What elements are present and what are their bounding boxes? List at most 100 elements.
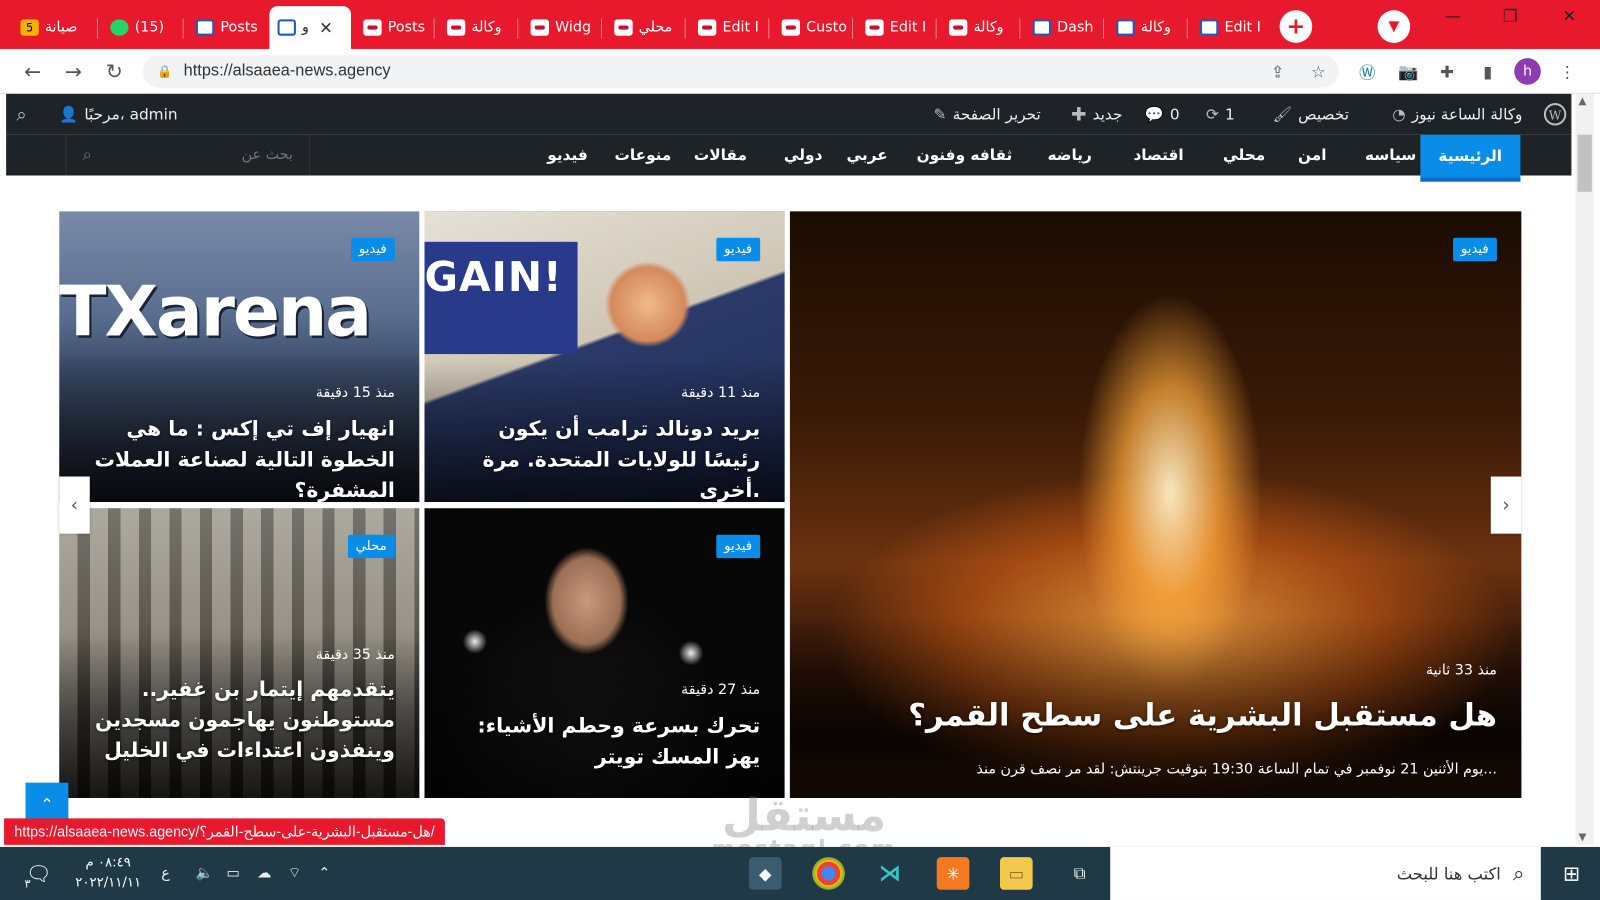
bookmark-star-icon[interactable]: ☆ [1304,57,1333,86]
battery-icon[interactable]: ▭ [227,847,241,900]
featured-post[interactable]: فيديو منذ 33 ثانية هل مستقبل البشرية على… [789,211,1522,798]
wp-comments[interactable]: 💬 0 [1145,94,1180,135]
folder-icon[interactable]: ▭ [999,857,1033,890]
site-icon [530,19,549,36]
forward-button[interactable]: → [57,55,90,88]
close-window-button[interactable]: ✕ [1541,0,1598,31]
post-title[interactable]: تحرك بسرعة وحطم الأشياء: يهز المسك تويتر [449,710,761,771]
task-view-icon[interactable]: ⧉ [1063,857,1096,890]
nav-item-security[interactable]: امن [1298,135,1327,176]
tab-separator [1186,18,1188,39]
tab-label: Edit I [1224,19,1261,36]
extensions-puzzle-icon[interactable]: ✚ [1433,57,1462,86]
scroll-up-arrow-icon[interactable]: ▲ [1579,96,1587,107]
profile-avatar[interactable]: h [1514,58,1541,85]
side-panel-icon[interactable]: ▮ [1473,57,1502,86]
search-icon[interactable]: ⌕ [16,94,26,135]
tab[interactable]: Posts [355,8,435,47]
post-card[interactable]: GAIN! فيديو منذ 11 دقيقة يريد دونالد ترا… [424,211,785,503]
category-badge[interactable]: فيديو [1452,237,1497,262]
tab[interactable]: Posts [188,8,268,47]
tab[interactable]: Dash [1024,8,1105,47]
nav-item-culture[interactable]: ثقافه وفنون [917,135,1013,176]
minimize-button[interactable]: — [1424,0,1481,31]
tab[interactable]: Edit I [690,8,770,47]
reload-button[interactable]: ↻ [98,55,131,88]
taskbar-search[interactable]: اكتب هنا للبحث ⌕ [1110,846,1541,900]
post-card[interactable]: فيديو منذ 27 دقيقة تحرك بسرعة وحطم الأشي… [424,508,785,798]
new-tab-button[interactable]: + [1279,10,1313,43]
category-badge[interactable]: فيديو [350,237,395,262]
tab-active[interactable]: و ✕ [269,6,352,49]
nav-item-economy[interactable]: اقتصاد [1133,135,1183,176]
language-indicator[interactable]: ع [161,847,170,900]
tab-separator [768,18,770,39]
nav-item-home[interactable]: الرئيسية [1420,134,1521,182]
tab[interactable]: Custo [773,8,854,47]
post-title[interactable]: هل مستقبل البشرية على سطح القمر؟ [908,693,1497,739]
post-card[interactable]: محلي منذ 35 دقيقة يتقدمهم إيتمار بن غفير… [59,508,420,798]
wp-edit-page[interactable]: ✎ تحرير الصفحة [934,94,1041,135]
wp-customize[interactable]: 🖌 تخصيص [1273,94,1349,135]
lock-icon: 🔒 [157,64,173,79]
wp-updates[interactable]: ⟳ 1 [1206,94,1235,135]
nav-item-misc[interactable]: منوعات [615,135,672,176]
clock[interactable]: ٠٨:٤٩ م ٢٠٢٢/١١/١١ [71,853,144,894]
tab[interactable]: Widg [522,8,603,47]
search-icon[interactable]: ⌕ [83,145,92,165]
scroll-down-arrow-icon[interactable]: ▼ [1579,832,1587,843]
share-icon[interactable]: ⇪ [1263,57,1292,86]
windows-start-icon[interactable]: ⊞ [1555,857,1588,890]
post-excerpt: يوم الأثنين 21 نوفمبر في تمام الساعة 19:… [976,761,1497,778]
nav-item-sports[interactable]: رياضه [1047,135,1091,176]
nav-item-arab[interactable]: عربي [847,135,888,176]
nav-item-politics[interactable]: سياسه [1365,135,1416,176]
address-bar[interactable]: 🔒 https://alsaaea-news.agency [142,55,1339,88]
back-button[interactable]: ← [16,55,49,88]
wp-new[interactable]: ✚ جديد [1071,94,1122,135]
menu-dots-icon[interactable]: ⋮ [1553,57,1582,86]
tab[interactable]: وكالة [439,8,519,47]
chevron-up-icon[interactable]: ⌃ [318,847,330,900]
volume-icon[interactable]: 🔈 [196,847,214,900]
xampp-icon[interactable]: ✳ [936,857,970,890]
wp-site-name[interactable]: ◔ وكالة الساعة نيوز [1392,94,1522,135]
wordpress-logo-icon[interactable]: W [1543,94,1567,135]
category-badge[interactable]: فيديو [716,534,761,559]
vscode-icon[interactable]: ⋊ [873,857,906,890]
close-icon[interactable]: ✕ [319,18,333,37]
post-title[interactable]: يتقدمهم إيتمار بن غفير.. مستوطنون يهاجمو… [84,673,395,765]
post-card[interactable]: TXarena فيديو منذ 15 دقيقة انهيار إف تي … [59,211,420,503]
url-text: https://alsaaea-news.agency [183,62,391,80]
scrollbar-thumb[interactable] [1577,134,1592,192]
category-badge[interactable]: محلي [347,534,395,559]
camera-extension-icon[interactable]: 📷 [1394,57,1423,86]
tab[interactable]: وكالة [941,8,1021,47]
nav-item-articles[interactable]: مقالات [694,135,747,176]
tab[interactable]: محلي [606,8,686,47]
app-icon[interactable]: ◆ [748,857,782,890]
site-search-box[interactable]: ⌕ بحث عن [65,134,311,176]
slider-next-button[interactable]: › [1490,476,1522,534]
post-title[interactable]: انهيار إف تي إكس : ما هي الخطوة التالية … [84,413,395,502]
chrome-icon[interactable] [812,857,845,890]
nav-item-local[interactable]: محلي [1223,135,1265,176]
tab-separator [96,18,98,39]
page-scrollbar[interactable]: ▲ ▼ [1575,93,1594,845]
restore-button[interactable]: ❐ [1482,0,1539,31]
post-title[interactable]: يريد دونالد ترامب أن يكون رئيسًا للولايا… [449,413,761,502]
tab[interactable]: وكالة [1108,8,1188,47]
wp-account[interactable]: 👤 مرحبًا، admin [59,94,177,135]
nav-item-world[interactable]: دولي [784,135,823,176]
cloud-icon[interactable]: ☁ [257,847,271,900]
slider-prev-button[interactable]: ‹ [59,476,90,534]
nav-item-video[interactable]: فيديو [547,135,587,176]
tab[interactable]: Edit I [857,8,937,47]
category-badge[interactable]: فيديو [716,237,761,262]
tab-search-button[interactable]: ▼ [1377,10,1411,43]
wifi-icon[interactable]: ⌔ [288,847,301,900]
tab[interactable]: 5 صيانة [12,8,98,47]
wordpress-extension-icon[interactable]: Ⓦ [1353,57,1382,86]
tab[interactable]: Edit I [1192,8,1272,47]
tab[interactable]: (15) [102,8,184,47]
